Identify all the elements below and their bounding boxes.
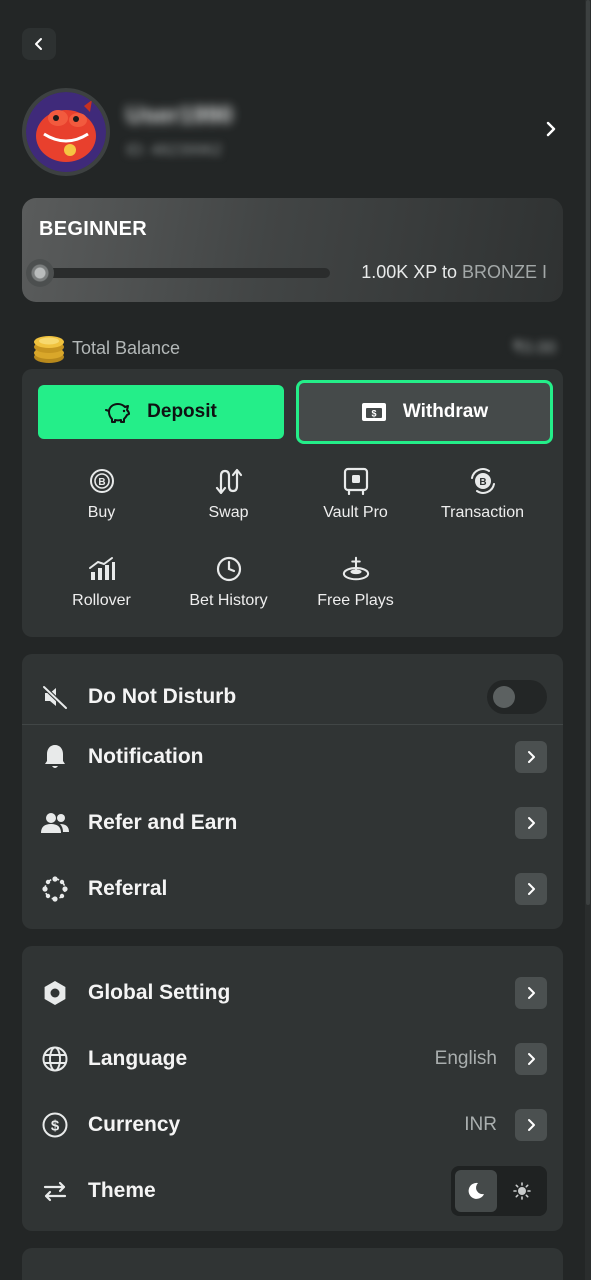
referral-label: Referral [88, 877, 168, 900]
chevron-right-icon[interactable] [515, 977, 547, 1009]
refer-and-earn-row[interactable]: Refer and Earn [22, 790, 563, 856]
page-scrollbar[interactable] [585, 0, 591, 1280]
vip-level-card[interactable]: BEGINNER 1.00K XP to BRONZE I [22, 198, 563, 302]
bitcoin-coin-icon: B [88, 467, 116, 495]
dragon-avatar-icon [26, 92, 106, 172]
action-label: Swap [208, 504, 249, 521]
clock-icon [215, 555, 243, 583]
chevron-right-icon[interactable] [515, 873, 547, 905]
back-button[interactable] [22, 28, 56, 60]
dollar-circle-icon: $ [40, 1110, 70, 1140]
action-label: Free Plays [317, 592, 394, 609]
action-label: Bet History [189, 592, 268, 609]
avatar[interactable] [22, 88, 110, 176]
total-balance-row: Total Balance ₹0.00 [32, 332, 556, 364]
wallet-panel: Deposit $ Withdraw B Buy Swap Vault Pro [22, 369, 563, 637]
currency-row[interactable]: $ Currency INR [22, 1092, 563, 1158]
global-setting-label: Global Setting [88, 981, 231, 1004]
chevron-right-icon[interactable] [544, 120, 558, 143]
globe-icon [40, 1044, 70, 1074]
deposit-label: Deposit [147, 401, 217, 422]
xp-progress-bar [30, 268, 330, 278]
user-id: ID: 48239962 [126, 142, 223, 159]
svg-text:$: $ [51, 1118, 60, 1135]
vault-icon [342, 467, 370, 495]
withdraw-button[interactable]: $ Withdraw [296, 380, 553, 444]
language-label: Language [88, 1047, 188, 1070]
action-label: Buy [87, 504, 116, 521]
theme-row: Theme [22, 1158, 563, 1224]
svg-text:$: $ [371, 409, 376, 419]
theme-switch [451, 1166, 547, 1216]
chevron-right-icon[interactable] [515, 807, 547, 839]
deposit-button[interactable]: Deposit [38, 385, 284, 439]
currency-label: Currency [88, 1113, 181, 1136]
next-panel-partial [22, 1248, 563, 1280]
xp-amount: 1.00K XP to [361, 262, 457, 282]
do-not-disturb-row: Do Not Disturb [22, 664, 563, 730]
swap-arrows-icon [215, 467, 243, 495]
action-rollover[interactable]: Rollover [38, 555, 165, 619]
next-tier: BRONZE I [461, 262, 547, 282]
action-label: Transaction [441, 504, 524, 521]
users-icon [40, 808, 70, 838]
joystick-icon [342, 555, 370, 583]
username: User1990 [126, 102, 233, 129]
refer-and-earn-label: Refer and Earn [88, 811, 238, 834]
rollover-chart-icon [88, 555, 116, 583]
notification-row[interactable]: Notification [22, 724, 563, 790]
action-transaction[interactable]: B Transaction [419, 467, 546, 531]
general-settings-panel: Global Setting Language English $ Curren… [22, 946, 563, 1231]
action-free-plays[interactable]: Free Plays [292, 555, 419, 619]
theme-label: Theme [88, 1179, 156, 1202]
notification-label: Notification [88, 745, 204, 768]
do-not-disturb-toggle[interactable] [487, 680, 547, 714]
svg-text:B: B [479, 477, 486, 488]
xp-progress-knob [26, 259, 54, 287]
light-theme-option[interactable] [501, 1170, 543, 1212]
total-balance-value: ₹0.00 [512, 338, 556, 357]
svg-text:B: B [98, 477, 105, 488]
coin-stack-icon [34, 336, 64, 363]
action-bet-history[interactable]: Bet History [165, 555, 292, 619]
mute-speaker-icon [40, 682, 70, 712]
action-label: Rollover [72, 592, 131, 609]
action-buy[interactable]: B Buy [38, 467, 165, 531]
level-name: BEGINNER [39, 218, 147, 240]
currency-value: INR [464, 1114, 497, 1135]
bell-icon [40, 742, 70, 772]
language-row[interactable]: Language English [22, 1026, 563, 1092]
chevron-right-icon[interactable] [515, 741, 547, 773]
profile-header[interactable]: User1990 ID: 48239962 [22, 88, 562, 176]
withdraw-label: Withdraw [402, 401, 489, 422]
moon-icon [468, 1182, 484, 1199]
chevron-left-icon [35, 38, 42, 50]
do-not-disturb-label: Do Not Disturb [88, 685, 237, 708]
preferences-panel: Do Not Disturb Notification Refer and Ea… [22, 654, 563, 929]
sliders-icon [40, 1176, 70, 1206]
chevron-right-icon[interactable] [515, 1043, 547, 1075]
chevron-right-icon[interactable] [515, 1109, 547, 1141]
hexagon-settings-icon [40, 978, 70, 1008]
xp-remaining-text: 1.00K XP to BRONZE I [361, 262, 547, 283]
sun-icon [513, 1182, 531, 1200]
referral-row[interactable]: Referral [22, 856, 563, 922]
dark-theme-option[interactable] [455, 1170, 497, 1212]
language-value: English [434, 1048, 497, 1069]
global-setting-row[interactable]: Global Setting [22, 960, 563, 1026]
action-vault-pro[interactable]: Vault Pro [292, 467, 419, 531]
transaction-icon: B [469, 467, 497, 495]
action-swap[interactable]: Swap [165, 467, 292, 531]
scrollbar-thumb[interactable] [586, 0, 590, 905]
toggle-knob [493, 686, 515, 708]
referral-network-icon [40, 874, 70, 904]
action-label: Vault Pro [323, 504, 388, 521]
atm-card-icon: $ [361, 403, 386, 421]
total-balance-label: Total Balance [72, 338, 181, 358]
piggy-bank-icon [105, 403, 131, 423]
